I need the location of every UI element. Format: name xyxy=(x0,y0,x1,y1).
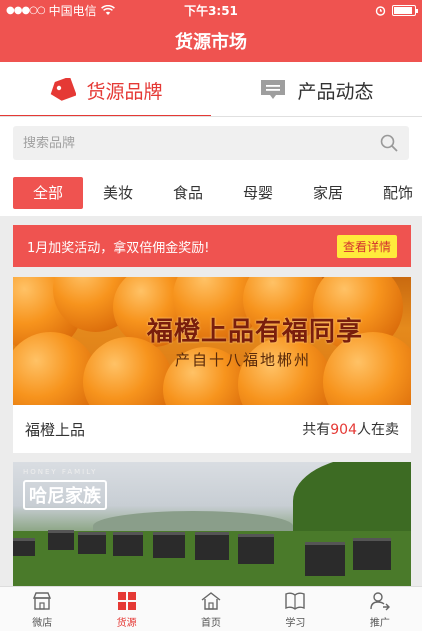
category-home[interactable]: 家居 xyxy=(293,177,363,209)
brand-banner-image: 福橙上品有福同享 产自十八福地郴州 xyxy=(13,277,411,405)
grid-icon xyxy=(117,591,136,610)
wifi-icon xyxy=(100,4,115,15)
tab-learn[interactable]: 学习 xyxy=(253,587,337,631)
search-icon[interactable] xyxy=(379,133,399,153)
status-right xyxy=(256,4,418,16)
banner-subtitle: 产自十八福地郴州 xyxy=(175,351,312,369)
tab-home[interactable]: 首页 xyxy=(169,587,253,631)
book-icon xyxy=(285,592,306,610)
segment-tabs: 货源品牌 产品动态 xyxy=(0,62,422,118)
tag-icon xyxy=(51,78,77,101)
tab-brands[interactable]: 货源品牌 xyxy=(0,62,211,118)
category-baby[interactable]: 母婴 xyxy=(223,177,293,209)
seller-count-number: 904 xyxy=(330,422,357,438)
page-title: 货源市场 xyxy=(175,32,247,53)
status-left: ●●●○○ 中国电信 xyxy=(6,2,166,19)
battery-icon xyxy=(392,4,418,16)
promo-text: 1月加奖活动，拿双倍佣金奖励! xyxy=(27,240,210,256)
brand-name: 福橙上品 xyxy=(25,420,86,439)
carrier-label: 中国电信 xyxy=(48,3,97,18)
tab-sources[interactable]: 货源 xyxy=(84,587,168,631)
tab-promote[interactable]: 推广 xyxy=(338,587,422,631)
shop-icon xyxy=(33,591,52,610)
tab-shop[interactable]: 微店 xyxy=(0,587,84,631)
promo-details-button[interactable]: 查看详情 xyxy=(336,234,397,258)
nav-bar: 货源市场 xyxy=(0,20,422,62)
seller-count-suffix: 人在卖 xyxy=(357,422,399,438)
tab-brands-label: 货源品牌 xyxy=(86,80,163,103)
category-all[interactable]: 全部 xyxy=(13,176,83,209)
brand-card[interactable]: HONEY FAMILY 哈尼家族 xyxy=(13,462,411,586)
tab-learn-label: 学习 xyxy=(285,617,306,629)
message-icon xyxy=(261,80,286,99)
brand-logo-tagline: HONEY FAMILY xyxy=(23,468,98,476)
category-beauty[interactable]: 美妆 xyxy=(83,177,153,209)
status-time: 下午3:51 xyxy=(184,3,238,18)
card-footer: 福橙上品 共有904人在卖 xyxy=(13,405,411,453)
category-food[interactable]: 食品 xyxy=(153,177,223,209)
tab-news[interactable]: 产品动态 xyxy=(211,62,422,118)
banner-slogan: 福橙上品有福同享 xyxy=(147,317,364,347)
signal-icon: ●●●○○ xyxy=(6,4,46,16)
tab-promote-label: 推广 xyxy=(369,617,390,629)
user-share-icon xyxy=(370,591,390,610)
tab-shop-label: 微店 xyxy=(32,617,53,629)
tab-sources-label: 货源 xyxy=(116,617,137,629)
category-accessories[interactable]: 配饰 xyxy=(363,177,422,209)
home-icon xyxy=(201,591,221,610)
category-bar: 全部 美妆 食品 母婴 家居 配饰 xyxy=(0,169,422,216)
seller-count-prefix: 共有 xyxy=(302,422,331,438)
brand-card[interactable]: 福橙上品有福同享 产自十八福地郴州 福橙上品 共有904人在卖 xyxy=(13,277,411,453)
tab-news-label: 产品动态 xyxy=(297,80,374,103)
alarm-icon xyxy=(375,5,386,16)
seller-count: 共有904人在卖 xyxy=(302,419,399,439)
promo-banner[interactable]: 1月加奖活动，拿双倍佣金奖励! 查看详情 xyxy=(13,225,411,267)
honey-brand-logo: HONEY FAMILY 哈尼家族 xyxy=(23,468,107,510)
brand-logo-name: 哈尼家族 xyxy=(23,480,107,510)
search-area xyxy=(0,117,422,169)
search-input[interactable] xyxy=(23,135,379,151)
brand-banner-image: HONEY FAMILY 哈尼家族 xyxy=(13,462,411,586)
search-box[interactable] xyxy=(13,126,409,160)
status-bar: ●●●○○ 中国电信 下午3:51 xyxy=(0,0,422,20)
tab-home-label: 首页 xyxy=(201,617,222,629)
bottom-tab-bar: 微店 货源 首页 学习 推广 xyxy=(0,586,422,631)
